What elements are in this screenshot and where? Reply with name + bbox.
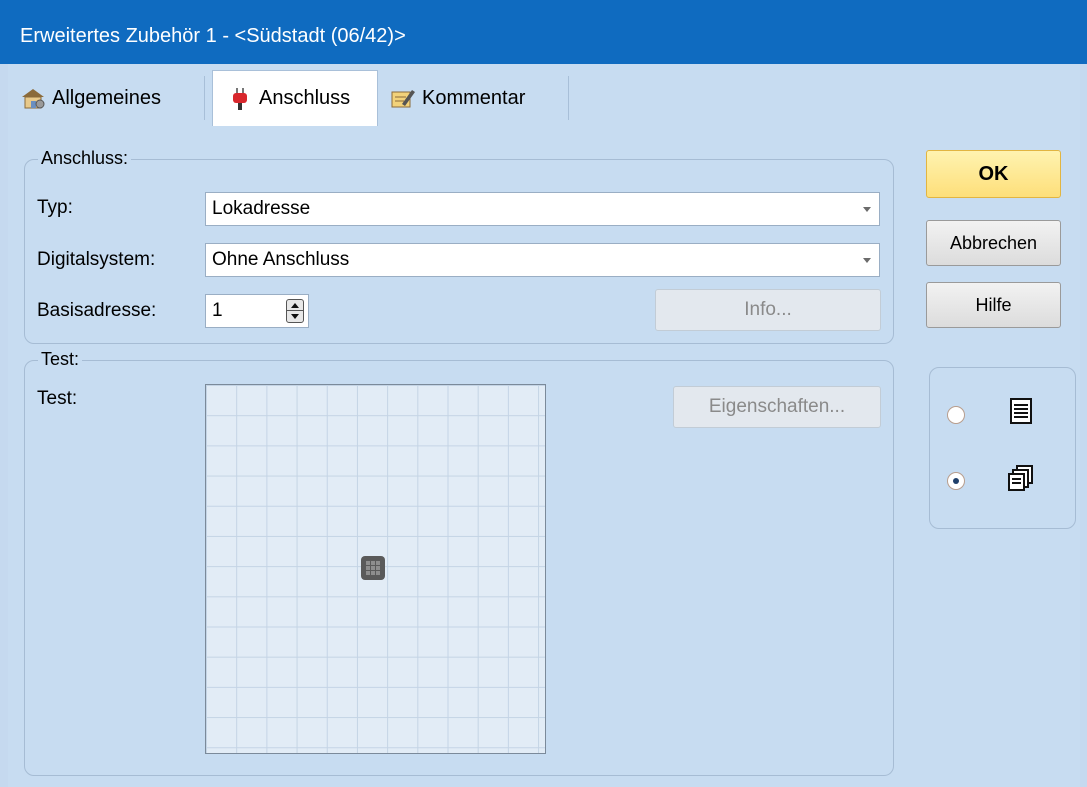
tab-label: Kommentar	[422, 86, 526, 109]
test-group-title: Test:	[38, 349, 83, 370]
chevron-down-icon	[291, 314, 299, 319]
tab-allgemeines[interactable]: Allgemeines	[20, 72, 161, 124]
house-settings-icon	[20, 86, 46, 110]
digitalsystem-select[interactable]: Ohne Anschluss	[205, 243, 880, 277]
anschluss-group-title: Anschluss:	[38, 148, 132, 169]
spin-buttons[interactable]	[286, 299, 304, 323]
chevron-down-icon	[863, 207, 871, 212]
tab-divider	[204, 76, 205, 120]
info-button[interactable]: Info...	[655, 289, 881, 331]
digitalsystem-label: Digitalsystem:	[37, 249, 156, 270]
tab-divider	[568, 76, 569, 120]
test-preview-grid[interactable]	[205, 384, 546, 754]
tab-label: Allgemeines	[52, 86, 161, 109]
spin-divider	[287, 310, 303, 311]
cancel-button[interactable]: Abbrechen	[926, 220, 1061, 266]
plug-icon	[227, 87, 253, 111]
eigenschaften-button[interactable]: Eigenschaften...	[673, 386, 881, 428]
typ-select[interactable]: Lokadresse	[205, 192, 880, 226]
help-button[interactable]: Hilfe	[926, 282, 1061, 328]
multiple-pages-icon	[1008, 465, 1034, 496]
typ-select-value: Lokadresse	[212, 198, 311, 219]
single-page-list-icon	[1010, 398, 1032, 429]
basisadresse-value: 1	[212, 300, 223, 321]
title-bar: Erweitertes Zubehör 1 - <Südstadt (06/42…	[0, 0, 1087, 64]
view-option-radio-multiple[interactable]	[947, 472, 965, 490]
note-pencil-icon	[390, 86, 416, 110]
tab-label: Anschluss	[259, 87, 351, 109]
chevron-down-icon	[863, 258, 871, 263]
window-title: Erweitertes Zubehör 1 - <Südstadt (06/42…	[20, 25, 406, 47]
tab-anschluss[interactable]: Anschluss	[212, 70, 378, 126]
basisadresse-stepper[interactable]: 1	[205, 294, 309, 328]
ok-button[interactable]: OK	[926, 150, 1061, 198]
test-label: Test:	[37, 388, 78, 409]
accessory-symbol-icon[interactable]	[361, 556, 385, 580]
basisadresse-label: Basisadresse:	[37, 300, 157, 321]
digitalsystem-select-value: Ohne Anschluss	[212, 249, 350, 270]
tab-kommentar[interactable]: Kommentar	[390, 72, 525, 124]
view-options-group	[929, 367, 1076, 529]
typ-label: Typ:	[37, 197, 73, 218]
chevron-up-icon	[291, 303, 299, 308]
view-option-radio-single[interactable]	[947, 406, 965, 424]
